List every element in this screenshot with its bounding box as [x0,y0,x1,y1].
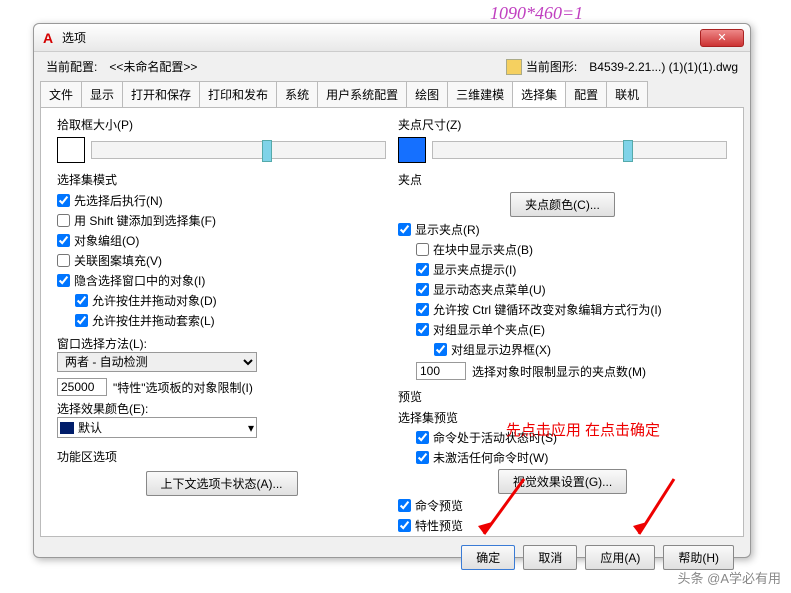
gripsize-preview [398,137,426,163]
tab-content: 拾取框大小(P) 选择集模式 先选择后执行(N) 用 Shift 键添加到选择集… [40,107,744,537]
effect-color-select[interactable]: 默认 ▾ [57,417,257,438]
current-profile-value: <<未命名配置>> [109,58,197,75]
grip-color-button[interactable]: 夹点颜色(C)... [510,192,615,217]
annotation-note: 先点击应用 在点击确定 [506,419,660,440]
context-tab-states-button[interactable]: 上下文选项卡状态(A)... [146,471,298,496]
cb-press-drag[interactable] [75,294,88,307]
app-logo-icon: A [40,30,56,46]
chevron-down-icon: ▾ [248,421,254,435]
limit-label: "特性"选项板的对象限制(I) [113,379,253,396]
cb-grip-tips[interactable] [416,263,429,276]
cb-show-grips[interactable] [398,223,411,236]
gripsize-label: 夹点尺寸(Z) [398,116,727,133]
grip-limit-input[interactable] [416,362,466,380]
tabs: 文件 显示 打开和保存 打印和发布 系统 用户系统配置 绘图 三维建模 选择集 … [34,81,750,107]
cb-noun-verb[interactable] [57,194,70,207]
mode-title: 选择集模式 [57,171,386,188]
cb-shift-add[interactable] [57,214,70,227]
tab-3d[interactable]: 三维建模 [447,81,513,107]
cb-grips-in-blocks[interactable] [416,243,429,256]
options-dialog: A 选项 ✕ 当前配置: <<未命名配置>> 当前图形: B4539-2.21.… [33,23,751,558]
cb-press-drag-lasso[interactable] [75,314,88,327]
dialog-title: 选项 [62,29,700,46]
cb-prop-preview[interactable] [398,519,411,532]
arrow-to-apply [624,474,684,544]
cb-cmd-preview[interactable] [398,499,411,512]
pickbox-slider[interactable] [91,141,386,159]
drawing-icon [506,59,522,75]
current-drawing-label: 当前图形: [526,58,577,75]
ok-button[interactable]: 确定 [461,545,515,570]
cb-ctrl-cycle[interactable] [416,303,429,316]
effect-color-label: 选择效果颜色(E): [57,400,386,417]
pickbox-preview [57,137,85,163]
arrow-to-ok [474,474,534,544]
tab-online[interactable]: 联机 [606,81,648,107]
window-method-label: 窗口选择方法(L): [57,335,386,352]
cancel-button[interactable]: 取消 [523,545,577,570]
tab-open-save[interactable]: 打开和保存 [122,81,200,107]
cb-assoc-hatch[interactable] [57,254,70,267]
gripsize-slider[interactable] [432,141,727,159]
tab-system[interactable]: 系统 [276,81,318,107]
cb-active-cmd[interactable] [416,431,429,444]
cb-object-group[interactable] [57,234,70,247]
limit-input[interactable] [57,378,107,396]
right-column: 夹点尺寸(Z) 夹点 夹点颜色(C)... 显示夹点(R) 在块中显示夹点(B)… [392,116,733,528]
tab-file[interactable]: 文件 [40,81,82,107]
tab-display[interactable]: 显示 [81,81,123,107]
tab-selection[interactable]: 选择集 [512,81,566,107]
tab-drafting[interactable]: 绘图 [406,81,448,107]
titlebar: A 选项 ✕ [34,24,750,52]
help-button[interactable]: 帮助(H) [663,545,734,570]
watermark: 头条 @A学必有用 [678,568,781,587]
current-drawing-value: B4539-2.21...) (1)(1)(1).dwg [589,60,738,74]
apply-button[interactable]: 应用(A) [585,545,655,570]
tab-plot[interactable]: 打印和发布 [199,81,277,107]
overlay-annotation: 1090*460=1 [490,3,583,24]
color-swatch-icon [60,422,74,434]
grip-limit-label: 选择对象时限制显示的夹点数(M) [472,363,646,380]
close-button[interactable]: ✕ [700,29,744,47]
grips-title: 夹点 [398,171,727,188]
window-method-select[interactable]: 两者 - 自动检测 [57,352,257,372]
left-column: 拾取框大小(P) 选择集模式 先选择后执行(N) 用 Shift 键添加到选择集… [51,116,392,528]
cb-group-single[interactable] [416,323,429,336]
ribbon-title: 功能区选项 [57,448,386,465]
tab-user-prefs[interactable]: 用户系统配置 [317,81,407,107]
cb-implied-window[interactable] [57,274,70,287]
cb-dynamic-grip-menu[interactable] [416,283,429,296]
cb-group-bbox[interactable] [434,343,447,356]
tab-profiles[interactable]: 配置 [565,81,607,107]
cb-no-active-cmd[interactable] [416,451,429,464]
profile-row: 当前配置: <<未命名配置>> 当前图形: B4539-2.21...) (1)… [34,52,750,81]
current-profile-label: 当前配置: [46,58,97,75]
preview-title: 预览 [398,388,727,405]
pickbox-label: 拾取框大小(P) [57,116,386,133]
